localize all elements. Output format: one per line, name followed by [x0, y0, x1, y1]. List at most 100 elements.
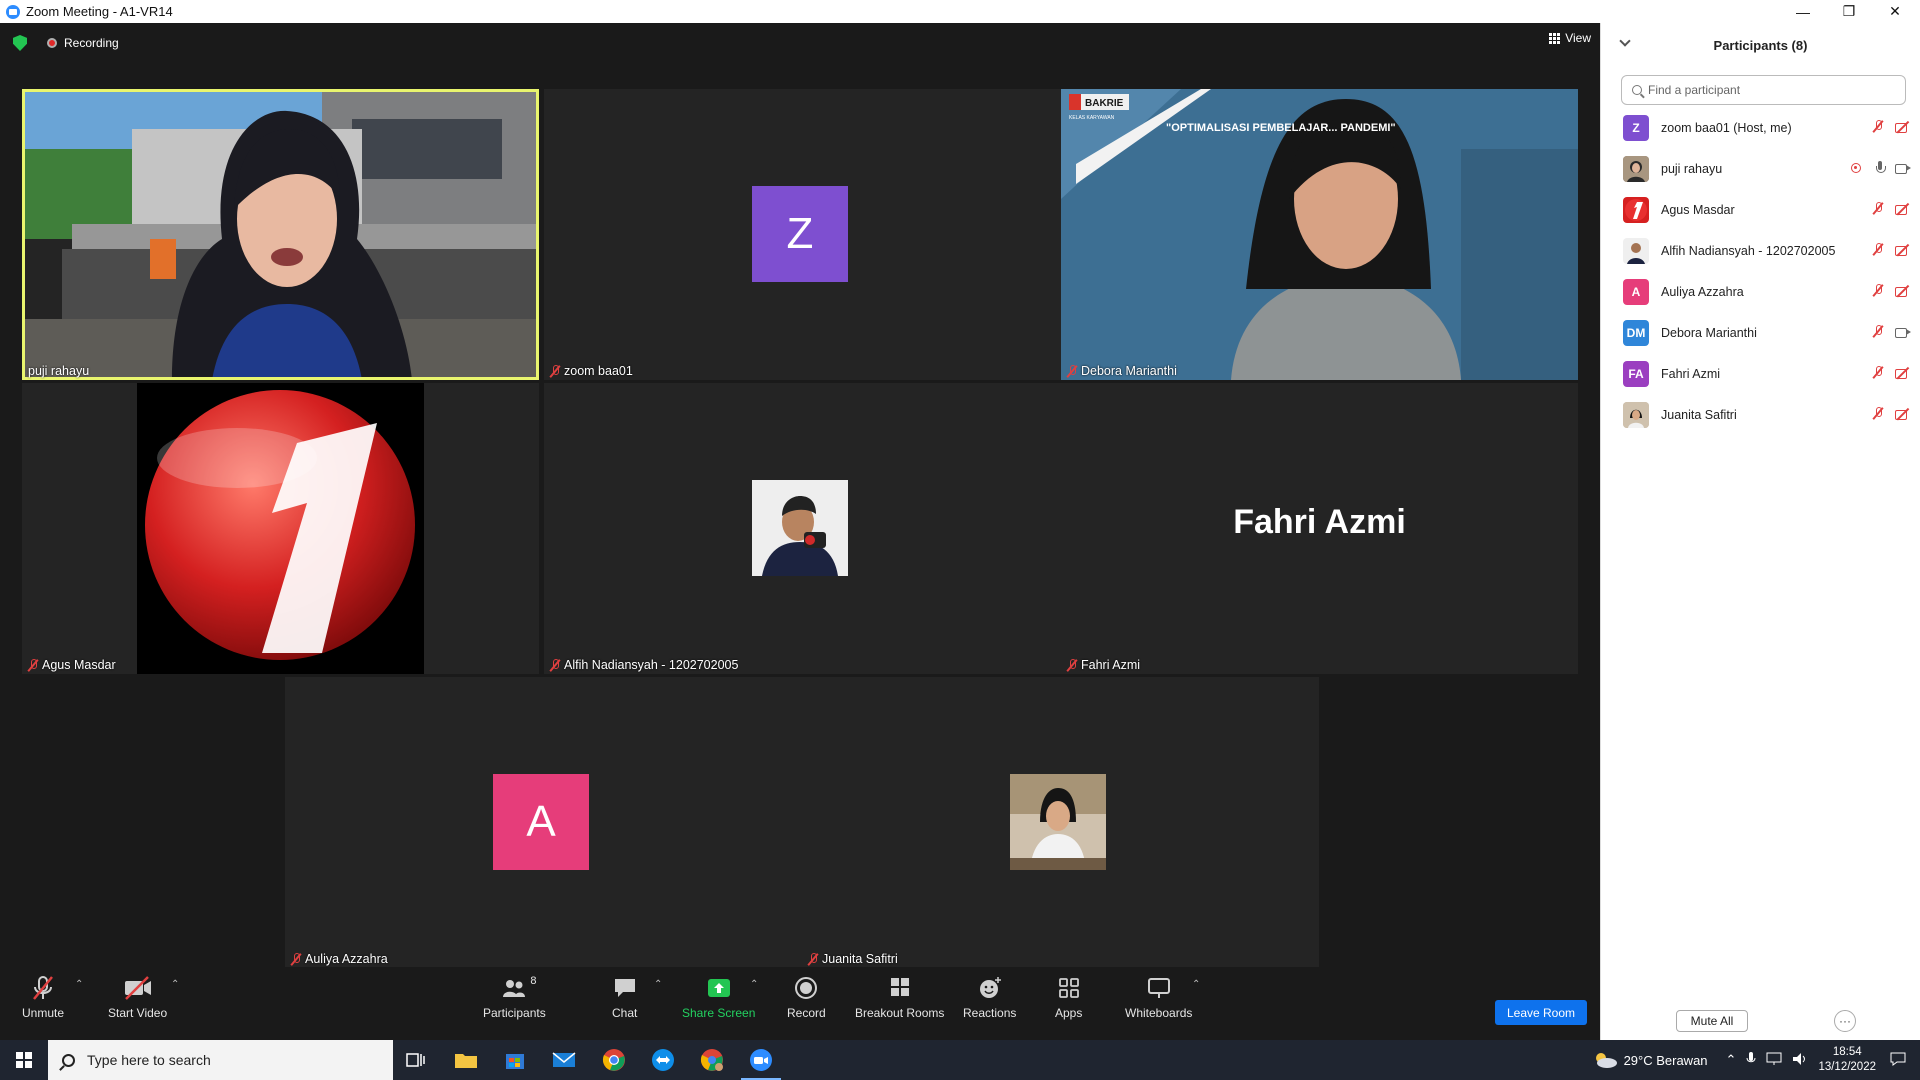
chat-button[interactable]: Chat	[612, 975, 637, 1020]
participant-name: zoom baa01 (Host, me)	[1661, 120, 1792, 135]
participants-panel: Participants (8) Find a participant Z zo…	[1600, 23, 1920, 1040]
panel-footer: Mute All ···	[1601, 1000, 1920, 1040]
task-view-icon[interactable]	[402, 1046, 430, 1074]
record-button[interactable]: Record	[787, 975, 826, 1020]
video-off-icon[interactable]	[1895, 244, 1911, 256]
mic-muted-icon[interactable]	[1873, 243, 1889, 257]
weather-label[interactable]: 29°C Berawan	[1624, 1053, 1708, 1068]
video-tile-zoom-baa01[interactable]: Z zoom baa01	[544, 89, 1061, 380]
video-tile-auliya-azzahra[interactable]: A Auliya Azzahra	[285, 677, 802, 968]
participant-row[interactable]: Agus Masdar	[1601, 189, 1920, 230]
close-button[interactable]: ✕	[1872, 0, 1918, 23]
minimize-button[interactable]: —	[1780, 0, 1826, 23]
leave-room-button[interactable]: Leave Room	[1495, 1000, 1587, 1025]
mic-muted-icon[interactable]	[1873, 407, 1889, 421]
banner-text: "OPTIMALISASI PEMBELAJAR... PANDEMI"	[1166, 122, 1396, 134]
mic-muted-icon[interactable]	[1873, 366, 1889, 380]
meeting-area: Recording View puji rahayu Z zoom baa01 …	[0, 23, 1600, 1040]
microsoft-store-icon[interactable]	[501, 1046, 529, 1074]
video-off-icon[interactable]	[1895, 121, 1911, 133]
video-tile-debora-marianthi[interactable]: BAKRIE KELAS KARYAWAN "OPTIMALISASI PEMB…	[1061, 89, 1578, 380]
reactions-button[interactable]: Reactions	[963, 975, 1016, 1020]
search-icon	[62, 1053, 75, 1067]
tray-chevron-icon[interactable]: ⌃	[1726, 1052, 1737, 1068]
video-off-icon[interactable]	[1895, 203, 1911, 215]
apps-icon	[1058, 978, 1079, 998]
collapse-chevron-icon[interactable]	[1619, 35, 1631, 47]
participant-row[interactable]: A Auliya Azzahra	[1601, 271, 1920, 312]
video-off-icon[interactable]	[1895, 367, 1911, 379]
volume-icon[interactable]	[1792, 1052, 1808, 1069]
avatar: A	[493, 774, 589, 870]
breakout-rooms-button[interactable]: Breakout Rooms	[855, 975, 944, 1020]
taskbar-search-box[interactable]: Type here to search	[48, 1040, 393, 1080]
mic-muted-icon[interactable]	[1873, 202, 1889, 216]
notification-center-icon[interactable]	[1890, 1052, 1906, 1069]
video-off-icon[interactable]	[1895, 408, 1911, 420]
share-options-caret[interactable]: ⌃	[750, 979, 758, 990]
mic-muted-icon[interactable]	[1873, 325, 1889, 339]
video-on-icon[interactable]	[1895, 326, 1911, 338]
video-on-icon[interactable]	[1895, 162, 1911, 174]
file-explorer-icon[interactable]	[452, 1046, 480, 1074]
unmute-button[interactable]: Unmute	[22, 975, 64, 1020]
zoom-app-icon	[6, 4, 20, 19]
participant-row[interactable]: Alfih Nadiansyah - 1202702005	[1601, 230, 1920, 271]
participant-row[interactable]: FA Fahri Azmi	[1601, 353, 1920, 394]
participant-search-field[interactable]: Find a participant	[1621, 75, 1906, 105]
audio-options-caret[interactable]: ⌃	[75, 979, 83, 990]
mic-muted-icon	[808, 952, 818, 966]
panel-title: Participants (8)	[1713, 37, 1808, 53]
zoom-taskbar-icon[interactable]	[741, 1046, 781, 1080]
participant-row[interactable]: DM Debora Marianthi	[1601, 312, 1920, 353]
whiteboard-options-caret[interactable]: ⌃	[1192, 979, 1200, 990]
mic-on-icon[interactable]	[1875, 161, 1886, 175]
participant-row[interactable]: puji rahayu	[1601, 148, 1920, 189]
apps-button[interactable]: Apps	[1055, 975, 1082, 1020]
view-label: View	[1565, 31, 1591, 45]
recording-label: Recording	[64, 36, 119, 50]
video-options-caret[interactable]: ⌃	[171, 979, 179, 990]
network-icon[interactable]	[1766, 1052, 1782, 1069]
mic-muted-icon[interactable]	[1873, 120, 1889, 134]
microphone-tray-icon[interactable]	[1746, 1051, 1756, 1069]
avatar-photo	[1010, 774, 1106, 870]
participant-name: Juanita Safitri	[1661, 407, 1737, 422]
start-video-button[interactable]: Start Video	[108, 975, 167, 1020]
video-tile-juanita-safitri[interactable]: Juanita Safitri	[802, 677, 1319, 968]
video-off-icon[interactable]	[1895, 285, 1911, 297]
video-tile-alfih-nadiansyah[interactable]: Alfih Nadiansyah - 1202702005	[544, 383, 1061, 674]
participant-row[interactable]: Juanita Safitri	[1601, 394, 1920, 435]
chrome-icon[interactable]	[600, 1046, 628, 1074]
view-button[interactable]: View	[1549, 31, 1591, 45]
video-tile-puji-rahayu[interactable]: puji rahayu	[22, 89, 539, 380]
teamviewer-icon[interactable]	[649, 1046, 677, 1074]
avatar: Z	[1623, 114, 1649, 141]
avatar: A	[1623, 278, 1649, 305]
search-icon	[1632, 85, 1642, 95]
clock-date: 13/12/2022	[1818, 1061, 1876, 1073]
video-tile-agus-masdar[interactable]: Agus Masdar	[22, 383, 539, 674]
security-shield-icon[interactable]	[13, 35, 27, 51]
whiteboards-button[interactable]: Whiteboards	[1125, 975, 1192, 1020]
participants-button[interactable]: 8 Participants	[483, 975, 546, 1020]
chat-options-caret[interactable]: ⌃	[654, 979, 662, 990]
chrome-profile-icon[interactable]	[698, 1046, 726, 1074]
mute-all-button[interactable]: Mute All	[1676, 1010, 1748, 1032]
mic-muted-icon	[1067, 658, 1077, 672]
taskbar-clock[interactable]: 18:54 13/12/2022	[1818, 1045, 1876, 1075]
restore-button[interactable]: ❐	[1826, 0, 1872, 23]
tile-name-label: Debora Marianthi	[1067, 364, 1177, 378]
participant-row[interactable]: Z zoom baa01 (Host, me)	[1601, 107, 1920, 148]
mail-icon[interactable]	[550, 1046, 578, 1074]
participants-count: 8	[530, 975, 537, 987]
share-screen-button[interactable]: Share Screen	[682, 975, 755, 1020]
more-options-button[interactable]: ···	[1834, 1010, 1856, 1032]
mic-muted-icon[interactable]	[1873, 284, 1889, 298]
video-tile-fahri-azmi[interactable]: Fahri Azmi Fahri Azmi	[1061, 383, 1578, 674]
video-feed	[22, 89, 539, 380]
banner-logo-sub: KELAS KARYAWAN	[1069, 115, 1115, 121]
windows-start-icon[interactable]	[16, 1052, 32, 1068]
recording-indicator-icon	[1851, 163, 1861, 173]
weather-icon[interactable]	[1592, 1051, 1618, 1069]
